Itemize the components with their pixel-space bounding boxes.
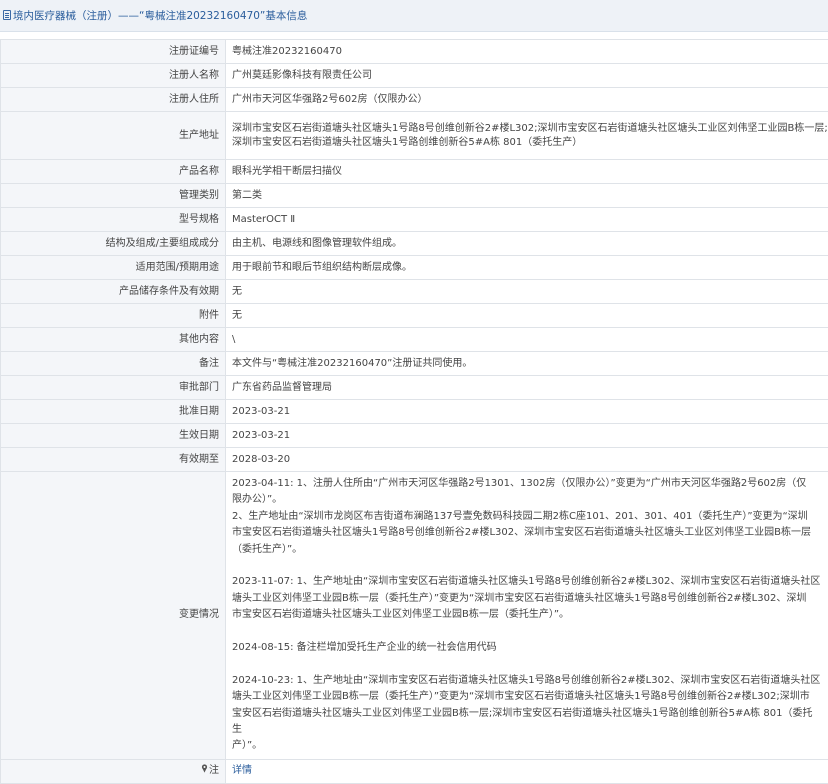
field-label: 产品储存条件及有效期 (1, 280, 226, 304)
table-row: 产品名称 眼科光学相干断层扫描仪 (1, 160, 828, 184)
field-value: MasterOCT Ⅱ (226, 208, 828, 232)
change-line: 市宝安区石岩街道塘头社区塘头工业区刘伟坚工业园B栋一层（委托生产）”。 (232, 607, 822, 623)
field-value: 无 (226, 304, 828, 328)
field-value: 详情 (226, 759, 828, 783)
field-label: 审批部门 (1, 376, 226, 400)
field-label: 型号规格 (1, 208, 226, 232)
field-label: 附件 (1, 304, 226, 328)
change-line: 2、生产地址由“深圳市龙岗区布吉街道布澜路137号壹免数码科技园二期2栋C座10… (232, 509, 822, 525)
document-icon (3, 10, 11, 20)
table-row: 型号规格 MasterOCT Ⅱ (1, 208, 828, 232)
field-value: 用于眼前节和眼后节组织结构断层成像。 (226, 256, 828, 280)
field-value: 无 (226, 280, 828, 304)
table-row: 备注 本文件与“粤械注准20232160470”注册证共同使用。 (1, 352, 828, 376)
table-row: 适用范围/预期用途 用于眼前节和眼后节组织结构断层成像。 (1, 256, 828, 280)
field-label: 注册人名称 (1, 64, 226, 88)
table-row: 附件 无 (1, 304, 828, 328)
table-row: 其他内容 \ (1, 328, 828, 352)
field-label: 变更情况 (1, 472, 226, 760)
table-row: 管理类别 第二类 (1, 184, 828, 208)
field-label: 注 (1, 759, 226, 783)
table-row: 注册人名称 广州莫廷影像科技有限责任公司 (1, 64, 828, 88)
table-row: 变更情况 2023-04-11: 1、注册人住所由“广州市天河区华强路2号130… (1, 472, 828, 760)
change-line: 限办公）”。 (232, 492, 822, 508)
page-header: 境内医疗器械（注册）——“粤械注准20232160470”基本信息 (0, 0, 828, 32)
field-label: 批准日期 (1, 400, 226, 424)
field-label: 生产地址 (1, 112, 226, 160)
field-value: 眼科光学相干断层扫描仪 (226, 160, 828, 184)
change-line: 2024-10-23: 1、生产地址由“深圳市宝安区石岩街道塘头社区塘头1号路8… (232, 673, 822, 689)
change-line (232, 656, 822, 672)
field-value: 广州市天河区华强路2号602房（仅限办公） (226, 88, 828, 112)
field-label: 注册人住所 (1, 88, 226, 112)
table-row: 批准日期 2023-03-21 (1, 400, 828, 424)
details-link[interactable]: 详情 (232, 765, 252, 776)
change-line: 2023-04-11: 1、注册人住所由“广州市天河区华强路2号1301、130… (232, 476, 822, 492)
field-value: 本文件与“粤械注准20232160470”注册证共同使用。 (226, 352, 828, 376)
change-line: （委托生产）”。 (232, 542, 822, 558)
note-label: 注 (209, 765, 219, 776)
table-row: 生产地址 深圳市宝安区石岩街道塘头社区塘头1号路8号创维创新谷2#楼L302;深… (1, 112, 828, 160)
field-label: 管理类别 (1, 184, 226, 208)
table-row: 注 详情 (1, 759, 828, 783)
change-line: 产）”。 (232, 738, 822, 754)
field-value: 由主机、电源线和图像管理软件组成。 (226, 232, 828, 256)
change-line (232, 558, 822, 574)
page-title: 境内医疗器械（注册）——“粤械注准20232160470”基本信息 (13, 9, 307, 23)
field-value: 2023-03-21 (226, 400, 828, 424)
field-label: 注册证编号 (1, 40, 226, 64)
field-value: 广州莫廷影像科技有限责任公司 (226, 64, 828, 88)
table-row: 注册证编号 粤械注准20232160470 (1, 40, 828, 64)
change-line (232, 624, 822, 640)
table-row: 注册人住所 广州市天河区华强路2号602房（仅限办公） (1, 88, 828, 112)
change-line: 2023-11-07: 1、生产地址由“深圳市宝安区石岩街道塘头社区塘头1号路8… (232, 574, 822, 590)
change-line: 塘头工业区刘伟坚工业园B栋一层（委托生产）”变更为“深圳市宝安区石岩街道塘头社区… (232, 591, 822, 607)
change-line: 2024-08-15: 备注栏增加受托生产企业的统一社会信用代码 (232, 640, 822, 656)
change-history: 2023-04-11: 1、注册人住所由“广州市天河区华强路2号1301、130… (226, 472, 828, 760)
field-label: 生效日期 (1, 424, 226, 448)
field-label: 适用范围/预期用途 (1, 256, 226, 280)
table-row: 结构及组成/主要组成成分 由主机、电源线和图像管理软件组成。 (1, 232, 828, 256)
address-line: 深圳市宝安区石岩街道塘头社区塘头1号路创维创新谷5#A栋 801（委托生产） (232, 136, 822, 150)
field-label: 结构及组成/主要组成成分 (1, 232, 226, 256)
table-row: 有效期至 2028-03-20 (1, 448, 828, 472)
info-table: 注册证编号 粤械注准20232160470 注册人名称 广州莫廷影像科技有限责任… (0, 39, 828, 784)
field-value: 深圳市宝安区石岩街道塘头社区塘头1号路8号创维创新谷2#楼L302;深圳市宝安区… (226, 112, 828, 160)
pin-icon (201, 764, 208, 778)
field-label: 产品名称 (1, 160, 226, 184)
field-value: 第二类 (226, 184, 828, 208)
change-line: 市宝安区石岩街道塘头社区塘头1号路8号创维创新谷2#楼L302、深圳市宝安区石岩… (232, 525, 822, 541)
field-value: 2028-03-20 (226, 448, 828, 472)
field-value: 2023-03-21 (226, 424, 828, 448)
field-label: 有效期至 (1, 448, 226, 472)
field-label: 其他内容 (1, 328, 226, 352)
change-line: 宝安区石岩街道塘头社区塘头工业区刘伟坚工业园B栋一层;深圳市宝安区石岩街道塘头社… (232, 706, 822, 739)
change-line: 塘头工业区刘伟坚工业园B栋一层（委托生产）”变更为“深圳市宝安区石岩街道塘头社区… (232, 689, 822, 705)
field-value: 广东省药品监督管理局 (226, 376, 828, 400)
table-row: 产品储存条件及有效期 无 (1, 280, 828, 304)
address-line: 深圳市宝安区石岩街道塘头社区塘头1号路8号创维创新谷2#楼L302;深圳市宝安区… (232, 122, 822, 136)
table-row: 生效日期 2023-03-21 (1, 424, 828, 448)
table-row: 审批部门 广东省药品监督管理局 (1, 376, 828, 400)
field-value: \ (226, 328, 828, 352)
field-label: 备注 (1, 352, 226, 376)
field-value: 粤械注准20232160470 (226, 40, 828, 64)
